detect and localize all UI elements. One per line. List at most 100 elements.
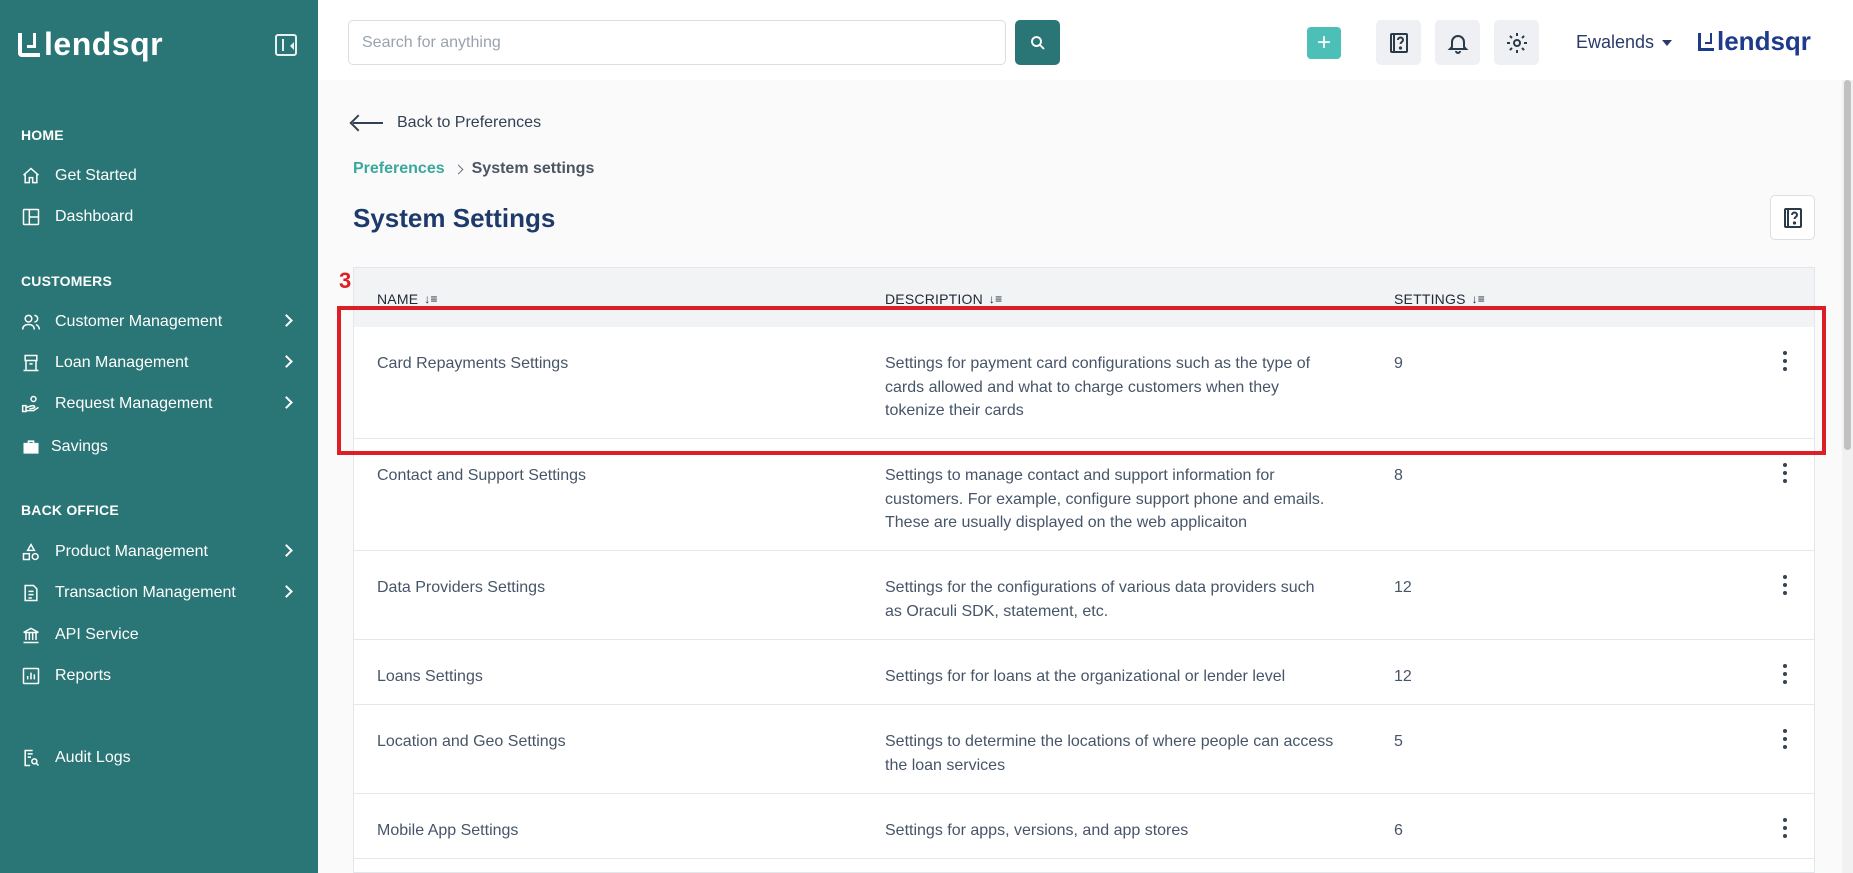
row-description: Settings for for loans at the organizati… <box>885 668 1286 685</box>
page-title: System Settings <box>353 203 556 233</box>
breadcrumb: Preferences System settings <box>353 160 594 178</box>
chevron-right-icon <box>280 314 293 327</box>
back-link[interactable]: Back to Preferences <box>353 114 541 132</box>
row-settings-count: 8 <box>1394 467 1403 484</box>
scrollbar[interactable] <box>1842 80 1853 873</box>
row-name: Location and Geo Settings <box>377 733 566 750</box>
column-header-label: NAME <box>377 291 419 307</box>
bank-icon <box>21 625 41 645</box>
settings-button[interactable] <box>1494 20 1539 65</box>
logo-mark-icon <box>1698 32 1714 51</box>
row-settings-count: 6 <box>1394 822 1403 839</box>
more-options-icon[interactable] <box>1777 816 1793 840</box>
table-row[interactable]: Location and Geo Settings Settings to de… <box>354 705 1814 794</box>
home-icon <box>21 166 41 186</box>
user-name: Ewalends <box>1576 32 1655 52</box>
chevron-right-icon <box>280 355 293 368</box>
sidebar: lendsqr HOME Get Started Dashboard CUSTO… <box>0 0 318 873</box>
sidebar-item-get-started[interactable]: Get Started <box>21 159 301 193</box>
search-button[interactable] <box>1015 20 1060 65</box>
sort-icon: ↓≡ <box>1471 292 1486 306</box>
sidebar-item-label: Request Management <box>55 395 213 412</box>
section-back-office: BACK OFFICE <box>21 502 119 518</box>
sidebar-item-request-management[interactable]: Request Management <box>21 387 301 421</box>
logo-mark-icon <box>18 32 40 57</box>
sidebar-item-label: Product Management <box>55 543 208 560</box>
row-settings-count: 12 <box>1394 668 1412 685</box>
help-book-icon <box>1389 32 1408 53</box>
settings-table: NAME ↓≡ DESCRIPTION ↓≡ SETTINGS ↓≡ Card … <box>353 267 1815 873</box>
collapse-sidebar-icon[interactable] <box>275 34 297 56</box>
sidebar-item-savings[interactable]: Savings <box>21 430 301 464</box>
table-row[interactable]: Data Providers Settings Settings for the… <box>354 551 1814 640</box>
row-settings-count: 5 <box>1394 733 1403 750</box>
column-header-description[interactable]: DESCRIPTION ↓≡ <box>885 291 1002 307</box>
table-row[interactable]: Contact and Support Settings Settings to… <box>354 439 1814 551</box>
user-menu[interactable]: Ewalends <box>1576 32 1673 53</box>
table-row[interactable]: Card Repayments Settings Settings for pa… <box>354 327 1814 439</box>
column-header-label: SETTINGS <box>1394 291 1466 307</box>
sort-icon: ↓≡ <box>424 292 438 306</box>
column-header-name[interactable]: NAME ↓≡ <box>377 291 438 307</box>
column-header-label: DESCRIPTION <box>885 291 983 307</box>
sidebar-item-customer-management[interactable]: Customer Management <box>21 305 301 339</box>
sidebar-item-reports[interactable]: Reports <box>21 659 301 693</box>
chevron-right-icon <box>280 396 293 409</box>
sidebar-item-label: Dashboard <box>55 208 134 225</box>
sidebar-item-label: Reports <box>55 667 112 684</box>
sidebar-item-label: Get Started <box>55 167 137 184</box>
sidebar-item-audit-logs[interactable]: Audit Logs <box>21 741 301 775</box>
product-icon <box>21 542 41 562</box>
help-book-icon <box>1783 207 1802 228</box>
row-description: Settings for payment card configurations… <box>885 355 1311 419</box>
back-link-label: Back to Preferences <box>397 114 542 131</box>
breadcrumb-current: System settings <box>471 160 595 177</box>
more-options-icon[interactable] <box>1777 461 1793 485</box>
brand-logo[interactable]: lendsqr <box>18 26 163 63</box>
sidebar-item-loan-management[interactable]: Loan Management <box>21 346 301 380</box>
sidebar-item-product-management[interactable]: Product Management <box>21 535 301 569</box>
chevron-right-icon <box>280 585 293 598</box>
section-customers: CUSTOMERS <box>21 273 112 289</box>
reports-icon <box>21 666 41 686</box>
topbar: + Ewalends lendsqr <box>318 0 1853 80</box>
breadcrumb-preferences[interactable]: Preferences <box>353 160 445 178</box>
notifications-button[interactable] <box>1435 20 1480 65</box>
arrow-left-icon <box>353 122 383 124</box>
more-options-icon[interactable] <box>1777 349 1793 373</box>
gear-icon <box>1506 32 1527 53</box>
column-header-settings[interactable]: SETTINGS ↓≡ <box>1394 291 1485 307</box>
row-name: Contact and Support Settings <box>377 467 587 484</box>
more-options-icon[interactable] <box>1777 727 1793 751</box>
row-name: Loans Settings <box>377 668 483 685</box>
more-options-icon[interactable] <box>1777 573 1793 597</box>
dashboard-icon <box>21 207 41 227</box>
row-name: Card Repayments Settings <box>377 355 569 372</box>
users-icon <box>21 312 41 332</box>
brand-logo-right: lendsqr <box>1698 26 1811 57</box>
loan-icon <box>21 353 41 373</box>
caret-down-icon <box>1662 39 1673 46</box>
sidebar-item-transaction-management[interactable]: Transaction Management <box>21 576 301 610</box>
row-description: Settings for apps, versions, and app sto… <box>885 822 1189 839</box>
brand-name: lendsqr <box>44 26 164 62</box>
request-icon <box>21 394 41 414</box>
table-row[interactable]: Mobile App Settings Settings for apps, v… <box>354 794 1814 859</box>
help-button[interactable] <box>1376 20 1421 65</box>
sidebar-item-dashboard[interactable]: Dashboard <box>21 200 301 234</box>
page-help-button[interactable] <box>1770 195 1815 240</box>
sidebar-item-label: Transaction Management <box>55 584 236 601</box>
row-description: Settings for the configurations of vario… <box>885 579 1315 620</box>
table-row[interactable]: Loans Settings Settings for for loans at… <box>354 640 1814 705</box>
scrollbar-thumb[interactable] <box>1844 80 1851 450</box>
chevron-right-icon <box>453 164 464 174</box>
sidebar-item-label: Savings <box>51 438 108 455</box>
search-input[interactable] <box>348 20 1006 65</box>
sidebar-item-label: Audit Logs <box>55 749 131 766</box>
add-button[interactable]: + <box>1307 27 1341 59</box>
sidebar-item-api-service[interactable]: API Service <box>21 618 301 652</box>
row-name: Mobile App Settings <box>377 822 519 839</box>
row-description: Settings to manage contact and support i… <box>885 467 1325 531</box>
more-options-icon[interactable] <box>1777 662 1793 686</box>
annotation-number: 3 <box>339 268 352 293</box>
